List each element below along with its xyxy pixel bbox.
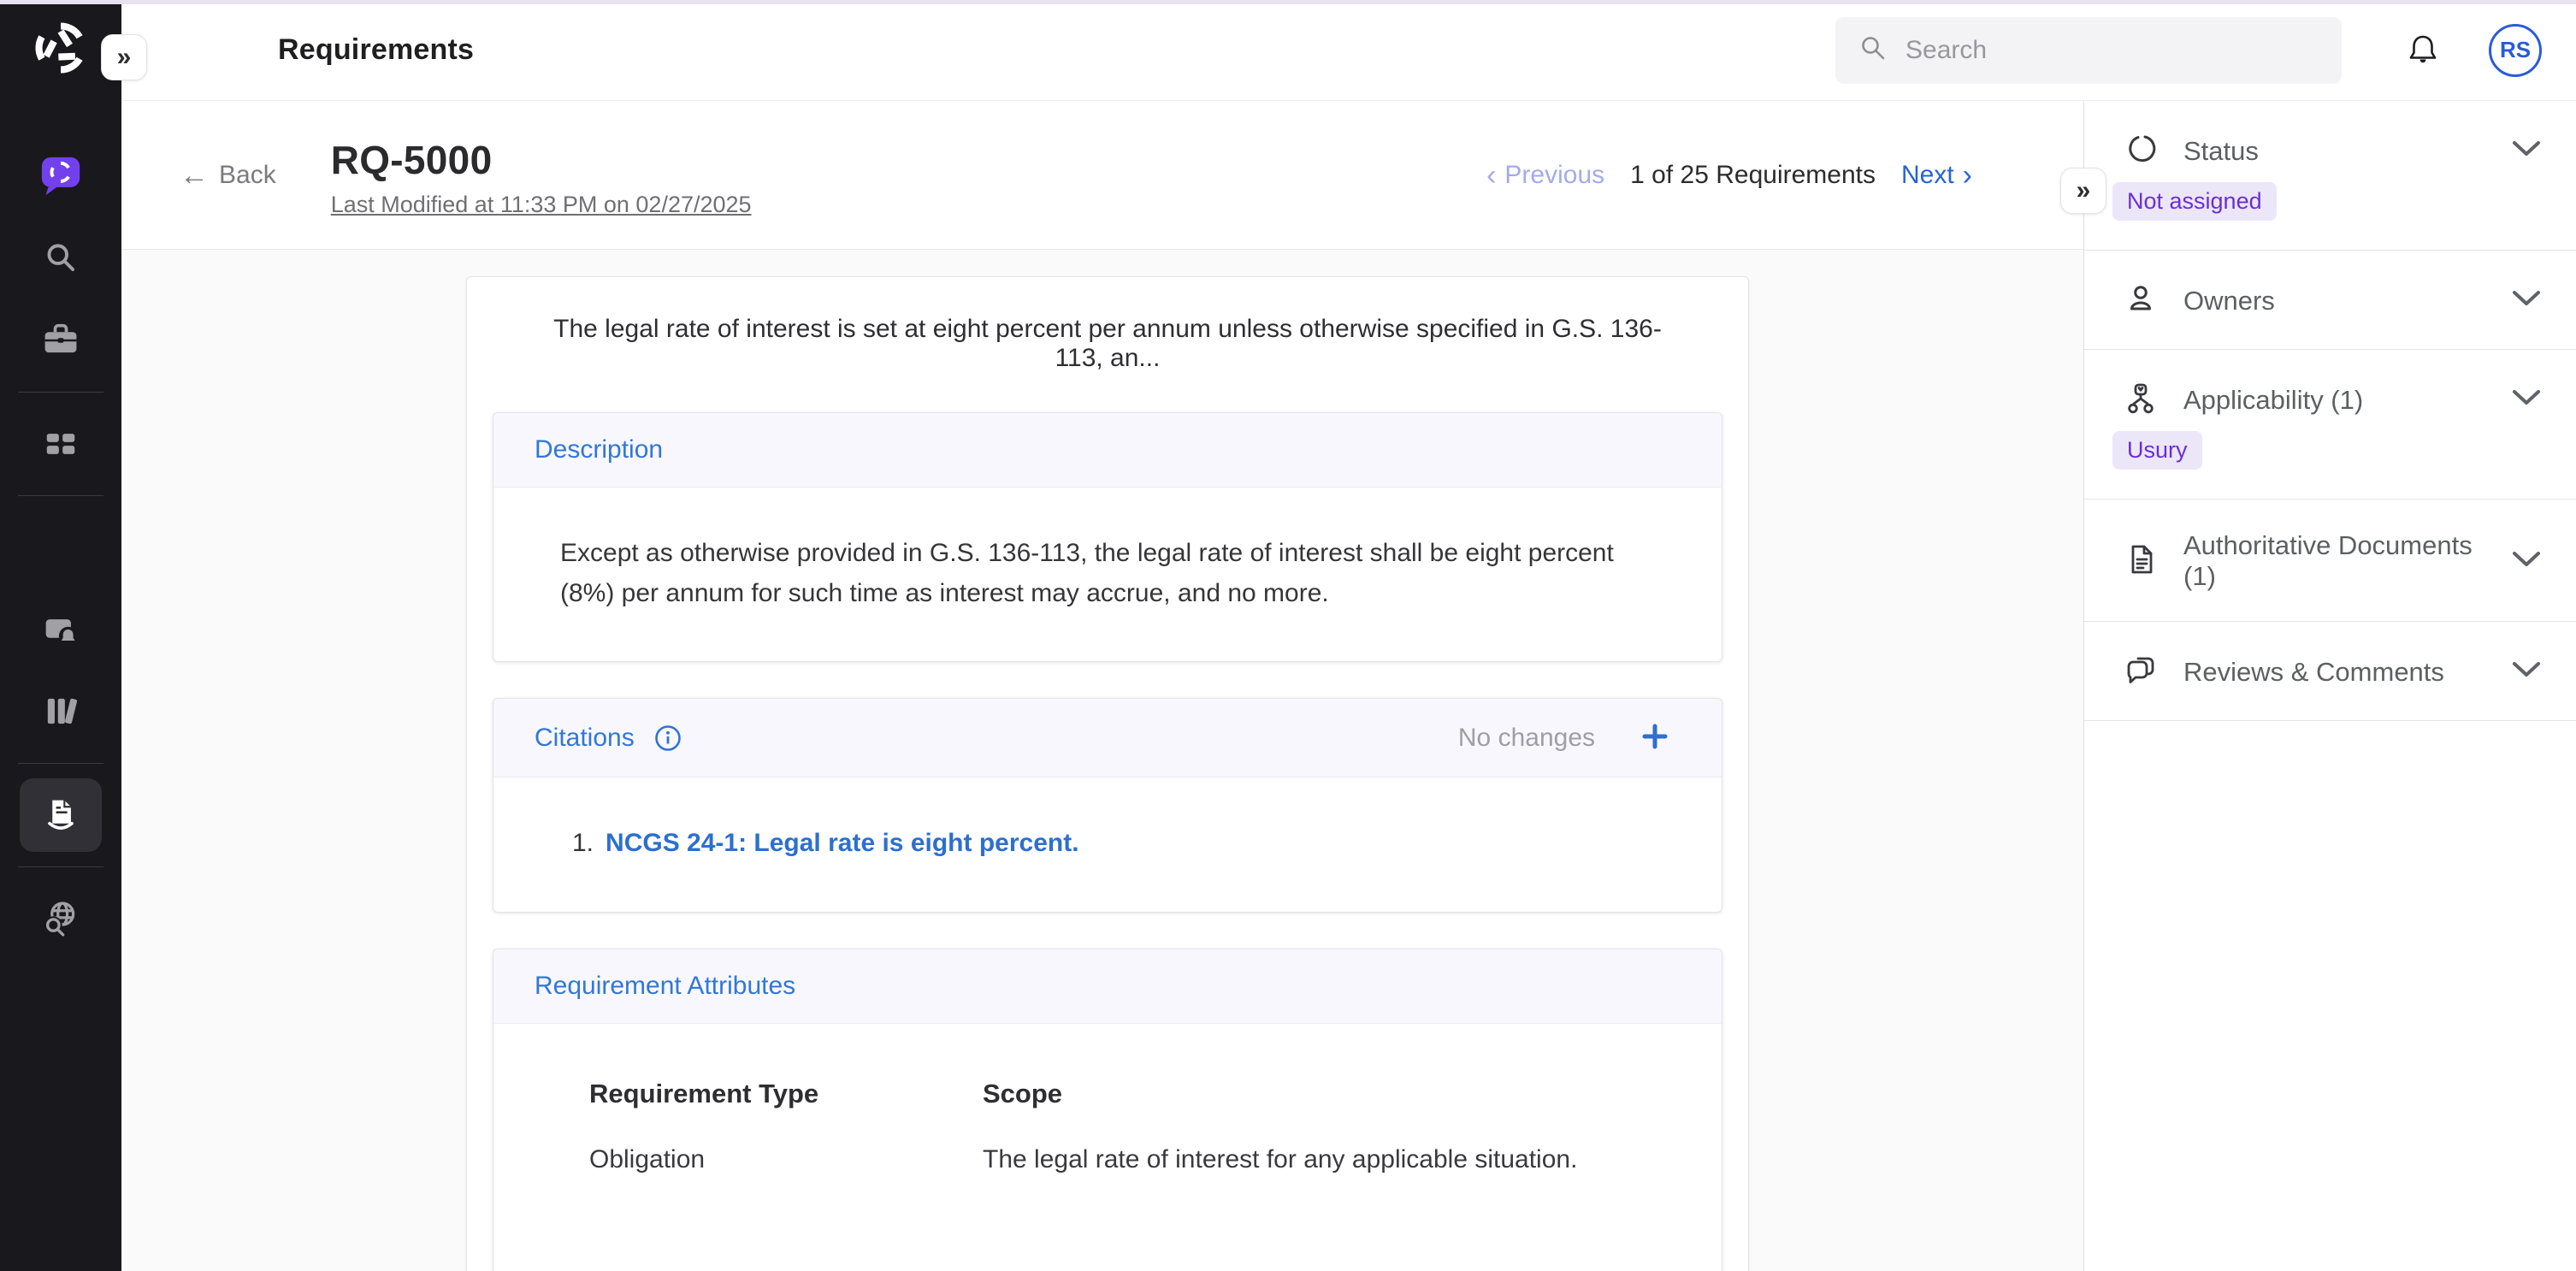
top-accent-strip bbox=[0, 0, 2576, 4]
add-citation-button[interactable] bbox=[1640, 721, 1670, 754]
status-progress-icon bbox=[2124, 132, 2158, 170]
citation-number: 1. bbox=[572, 824, 594, 864]
user-avatar[interactable]: RS bbox=[2489, 24, 2542, 77]
attribute-label: Requirement Type bbox=[589, 1073, 983, 1114]
brand-logo-icon[interactable] bbox=[30, 17, 92, 79]
back-link[interactable]: ← Back bbox=[180, 161, 276, 190]
sidebar-item-library[interactable] bbox=[20, 675, 102, 748]
citation-link[interactable]: NCGS 24-1: Legal rate is eight percent. bbox=[606, 824, 1079, 864]
applicability-section-header[interactable]: Applicability (1) bbox=[2124, 381, 2542, 419]
app-sidebar bbox=[0, 0, 121, 1271]
description-title: Description bbox=[535, 435, 663, 464]
info-icon[interactable] bbox=[653, 724, 682, 753]
panel-expand-button[interactable]: » bbox=[2060, 168, 2106, 214]
requirement-card: The legal rate of interest is set at eig… bbox=[466, 276, 1749, 1271]
requirement-summary: The legal rate of interest is set at eig… bbox=[467, 277, 1748, 412]
last-modified-link[interactable]: Last Modified at 11:33 PM on 02/27/2025 bbox=[331, 192, 752, 218]
search-input[interactable] bbox=[1905, 36, 2321, 65]
chevron-right-icon: › bbox=[1963, 161, 1972, 190]
hierarchy-icon bbox=[2124, 381, 2158, 419]
sidebar-item-search[interactable] bbox=[20, 222, 102, 295]
attribute-label: Scope bbox=[983, 1073, 1655, 1114]
briefcase-icon bbox=[38, 318, 83, 363]
search-icon bbox=[1856, 31, 1890, 69]
document-icon bbox=[2124, 542, 2158, 581]
description-body: Except as otherwise provided in G.S. 136… bbox=[560, 534, 1655, 613]
status-section-header[interactable]: Status bbox=[2124, 132, 2542, 170]
attribute-field: Requirement Type Obligation bbox=[589, 1073, 983, 1180]
requirements-document-icon bbox=[38, 793, 83, 837]
chevron-down-icon bbox=[2511, 550, 2542, 573]
assistant-chat-icon bbox=[37, 152, 85, 200]
main-content: ← Back RQ-5000 Last Modified at 11:33 PM… bbox=[121, 101, 2083, 1271]
sidebar-divider bbox=[18, 866, 103, 867]
attribute-field: Scope The legal rate of interest for any… bbox=[983, 1073, 1655, 1180]
citations-status: No changes bbox=[1458, 724, 1595, 753]
arrow-left-icon: ← bbox=[180, 161, 209, 190]
citations-title: Citations bbox=[535, 724, 635, 753]
globe-search-icon bbox=[38, 896, 83, 941]
attribute-value: The legal rate of interest for any appli… bbox=[983, 1140, 1655, 1180]
panel-section-status: Status Not assigned bbox=[2084, 101, 2576, 251]
person-icon bbox=[2124, 281, 2158, 320]
detail-side-panel: » Status N bbox=[2083, 101, 2576, 1271]
attribute-value: Obligation bbox=[589, 1140, 983, 1180]
comments-icon bbox=[2124, 653, 2158, 691]
sidebar-nav bbox=[0, 135, 121, 960]
panel-section-owners: Owners bbox=[2084, 251, 2576, 350]
status-badge: Not assigned bbox=[2112, 182, 2277, 221]
sidebar-item-requirements[interactable] bbox=[20, 778, 102, 852]
applicability-badge: Usury bbox=[2112, 431, 2202, 470]
previous-button[interactable]: ‹ Previous bbox=[1486, 161, 1604, 190]
sidebar-divider bbox=[18, 763, 103, 764]
attribute-field: Notes — bbox=[589, 1265, 1655, 1271]
requirement-scroll-area[interactable]: The legal rate of interest is set at eig… bbox=[121, 250, 2083, 1271]
sidebar-expand-button[interactable]: » bbox=[101, 34, 147, 80]
citation-list-item: 1. NCGS 24-1: Legal rate is eight percen… bbox=[560, 824, 1655, 864]
plus-icon bbox=[1640, 721, 1670, 754]
top-bar: Requirements RS bbox=[121, 0, 2576, 101]
chevron-down-icon bbox=[2511, 139, 2542, 163]
attributes-title: Requirement Attributes bbox=[535, 972, 795, 1001]
sidebar-item-workspace[interactable] bbox=[20, 304, 102, 377]
search-icon bbox=[38, 236, 83, 281]
citations-section: Citations No changes bbox=[493, 698, 1722, 913]
sidebar-divider bbox=[18, 392, 103, 393]
sidebar-divider bbox=[18, 495, 103, 496]
chevron-down-icon bbox=[2511, 388, 2542, 411]
reviews-comments-section-header[interactable]: Reviews & Comments bbox=[2124, 653, 2542, 691]
attributes-section: Requirement Attributes Requirement Type … bbox=[493, 949, 1722, 1271]
library-books-icon bbox=[38, 689, 83, 734]
app-root: » Requirements bbox=[0, 0, 2576, 1271]
notifications-card-icon bbox=[38, 607, 83, 652]
page-title: Requirements bbox=[278, 33, 474, 67]
description-section: Description Except as otherwise provided… bbox=[493, 412, 1722, 662]
requirement-pager: ‹ Previous 1 of 25 Requirements Next › bbox=[1486, 101, 1972, 249]
chevron-down-icon bbox=[2511, 289, 2542, 312]
dashboard-grid-icon bbox=[38, 422, 83, 466]
double-chevron-right-icon: » bbox=[2077, 176, 2091, 204]
notifications-bell-icon[interactable] bbox=[2403, 31, 2443, 70]
chevron-left-icon: ‹ bbox=[1486, 161, 1496, 190]
requirement-header: ← Back RQ-5000 Last Modified at 11:33 PM… bbox=[121, 101, 2083, 250]
panel-section-reviews-comments: Reviews & Comments bbox=[2084, 622, 2576, 721]
pager-position: 1 of 25 Requirements bbox=[1630, 161, 1876, 190]
requirement-id-title: RQ-5000 bbox=[331, 137, 752, 183]
global-search[interactable] bbox=[1835, 17, 2342, 84]
attribute-label: Notes bbox=[589, 1265, 1655, 1271]
double-chevron-right-icon: » bbox=[117, 43, 132, 71]
panel-section-authoritative-documents: Authoritative Documents (1) bbox=[2084, 500, 2576, 622]
sidebar-item-dashboard[interactable] bbox=[20, 407, 102, 481]
sidebar-item-research[interactable] bbox=[20, 882, 102, 955]
sidebar-item-assistant[interactable] bbox=[20, 139, 102, 213]
sidebar-item-alerts[interactable] bbox=[20, 593, 102, 666]
next-button[interactable]: Next › bbox=[1901, 161, 1972, 190]
chevron-down-icon bbox=[2511, 660, 2542, 683]
owners-section-header[interactable]: Owners bbox=[2124, 281, 2542, 320]
authoritative-documents-section-header[interactable]: Authoritative Documents (1) bbox=[2124, 530, 2542, 592]
panel-section-applicability: Applicability (1) Usury bbox=[2084, 350, 2576, 500]
